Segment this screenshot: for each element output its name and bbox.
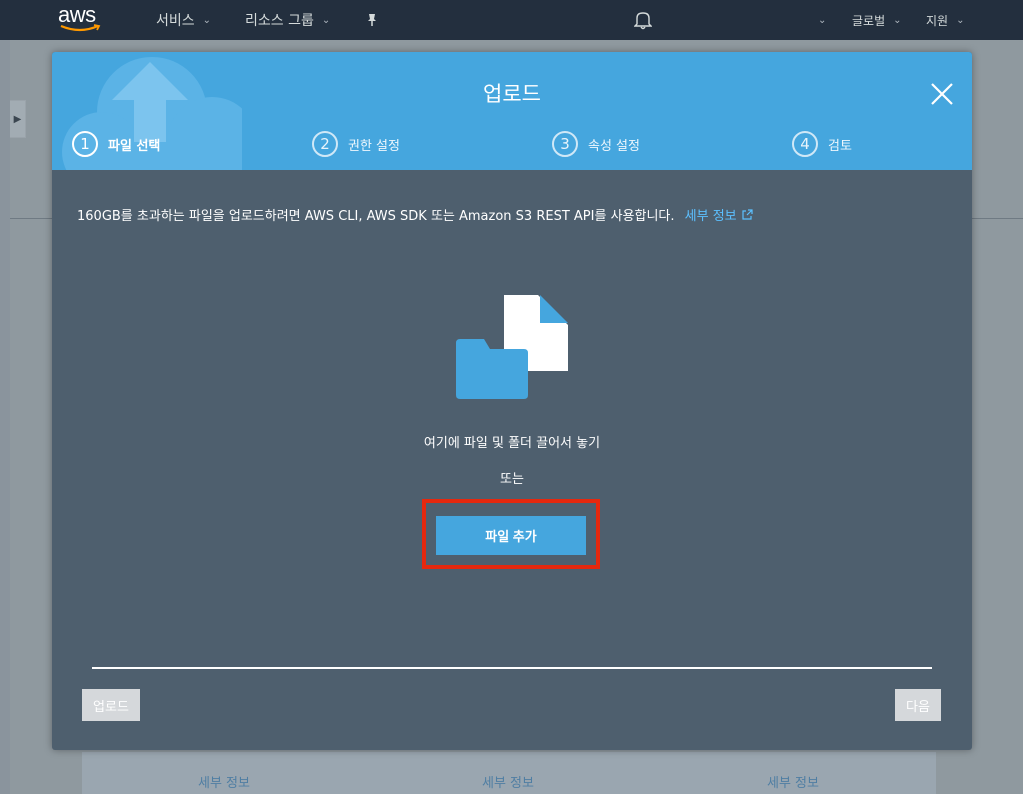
chevron-down-icon: ⌄ [202,14,212,26]
step-label: 속성 설정 [588,138,640,154]
caret-right-icon: ▶ [13,113,22,125]
step-number: 3 [552,131,578,157]
background-details-link-2[interactable]: 세부 정보 [482,772,534,791]
step-set-properties[interactable]: 3 속성 설정 [552,130,640,158]
background-footer: 세부 정보 세부 정보 세부 정보 [82,752,936,794]
upload-modal: 업로드 1 파일 선택 2 권한 설정 3 속성 설정 4 검토 160GB를 … [52,52,972,750]
step-select-files[interactable]: 1 파일 선택 [72,130,160,158]
sidebar-toggle[interactable]: ▶ [10,100,26,138]
chevron-down-icon: ⌄ [321,14,331,26]
background-details-link-3[interactable]: 세부 정보 [767,772,819,791]
step-number: 2 [312,131,338,157]
notifications-button[interactable] [634,0,652,40]
aws-logo-text: aws [58,2,96,27]
step-label: 검토 [828,138,852,154]
size-limit-notice: 160GB를 초과하는 파일을 업로드하려면 AWS CLI, AWS SDK … [77,205,753,224]
support-menu[interactable]: 지원 ⌄ [926,0,964,40]
chevron-down-icon: ⌄ [818,14,827,26]
or-text: 또는 [500,472,524,487]
pin-icon [368,14,376,26]
modal-header: 업로드 1 파일 선택 2 권한 설정 3 속성 설정 4 검토 [52,52,972,170]
file-folder-icon [456,295,568,399]
background-details-link-1[interactable]: 세부 정보 [198,772,250,791]
aws-logo[interactable]: aws [58,4,106,36]
region-label: 글로벌 [852,13,886,28]
step-label: 파일 선택 [108,138,161,154]
services-label: 서비스 [156,13,195,29]
step-review[interactable]: 4 검토 [792,130,852,158]
external-link-icon [742,209,753,220]
add-files-button[interactable]: 파일 추가 [436,516,586,555]
close-button[interactable] [928,80,956,108]
region-menu[interactable]: 글로벌 ⌄ [852,0,902,40]
footer-divider [92,667,932,669]
bell-icon [634,12,652,30]
chevron-down-icon: ⌄ [956,14,965,26]
step-label: 권한 설정 [348,138,400,154]
chevron-down-icon: ⌄ [893,14,902,26]
pin-button[interactable] [365,0,379,40]
close-icon [931,83,953,105]
size-limit-text: 160GB를 초과하는 파일을 업로드하려면 AWS CLI, AWS SDK … [77,209,675,224]
step-number: 4 [792,131,818,157]
account-menu[interactable]: ⌄ [818,0,826,40]
aws-smile-icon [60,24,101,32]
details-link-label: 세부 정보 [684,209,737,224]
details-link[interactable]: 세부 정보 [685,209,753,224]
drop-zone-text: 여기에 파일 및 폴더 끌어서 놓기 [423,436,601,451]
step-set-permissions[interactable]: 2 권한 설정 [312,130,400,158]
next-button[interactable]: 다음 [895,689,941,721]
top-nav: aws 서비스 ⌄ 리소스 그룹 ⌄ ⌄ 글로벌 ⌄ 지원 ⌄ [0,0,1023,40]
services-menu[interactable]: 서비스 ⌄ [156,0,211,40]
resource-groups-label: 리소스 그룹 [245,13,314,29]
resource-groups-menu[interactable]: 리소스 그룹 ⌄ [245,0,330,40]
step-number: 1 [72,131,98,157]
upload-button[interactable]: 업로드 [82,689,140,721]
modal-title: 업로드 [483,82,541,106]
support-label: 지원 [926,13,949,28]
